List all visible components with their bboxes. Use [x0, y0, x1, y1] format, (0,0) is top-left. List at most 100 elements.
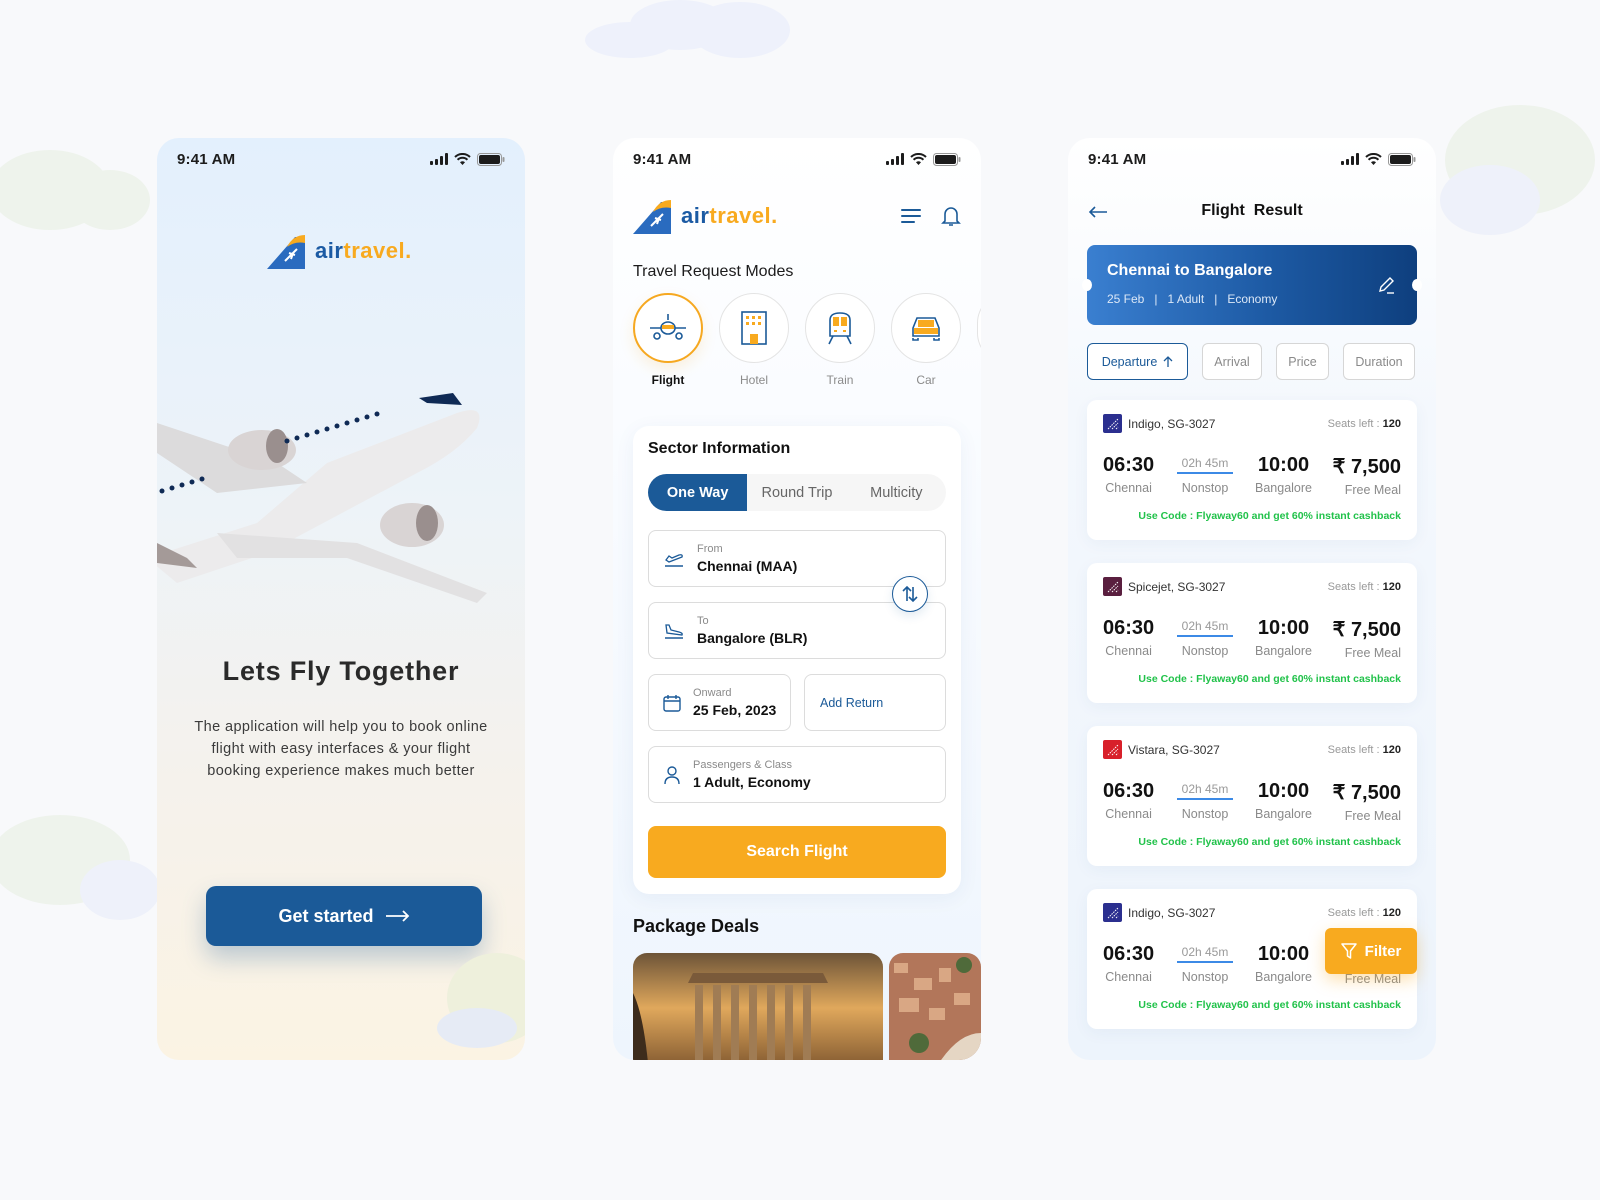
- airline-info: Indigo, SG-3027: [1103, 414, 1215, 433]
- edit-pencil-icon[interactable]: [1377, 275, 1397, 295]
- flight-perk: Free Meal: [1344, 483, 1401, 497]
- onward-date-field[interactable]: Onward 25 Feb, 2023: [648, 674, 791, 731]
- airline-name: Indigo, SG-3027: [1128, 416, 1216, 431]
- flight-perk: Free Meal: [1344, 646, 1401, 660]
- app-header: airtravel.: [633, 198, 961, 234]
- takeoff-icon: [665, 553, 683, 567]
- tab-one-way[interactable]: One Way: [648, 474, 748, 511]
- add-return-button[interactable]: Add Return: [804, 674, 946, 731]
- route-meta: 25 Feb | 1 Adult | Economy: [1107, 292, 1278, 306]
- flight-price: ₹ 7,500: [1332, 782, 1401, 804]
- departure-time: 06:30: [1103, 780, 1155, 802]
- sort-departure-button[interactable]: Departure: [1087, 343, 1188, 380]
- airline-logo-icon: [1103, 903, 1122, 922]
- arrival-city: Bangalore: [1255, 481, 1312, 495]
- departure-time: 06:30: [1103, 943, 1155, 965]
- departure-city: Chennai: [1105, 970, 1152, 984]
- seats-value: 120: [1382, 907, 1401, 919]
- filter-funnel-icon: [1340, 943, 1357, 959]
- hotel-icon: [741, 311, 767, 345]
- mode-label: Flight: [651, 373, 685, 387]
- sort-price-button[interactable]: Price: [1276, 343, 1329, 380]
- trip-type-tabs: One Way Round Trip Multicity: [648, 474, 946, 511]
- status-time: 9:41 AM: [633, 150, 692, 168]
- seats-label: Seats left :: [1327, 581, 1383, 593]
- mode-more[interactable]: [977, 293, 981, 363]
- calendar-icon: [663, 694, 681, 712]
- sort-label: Departure: [1101, 354, 1158, 369]
- app-logo: airtravel.: [267, 233, 412, 269]
- package-deals-title: Package Deals: [633, 916, 760, 936]
- airline-info: Vistara, SG-3027: [1103, 740, 1220, 759]
- mode-car[interactable]: Car: [891, 293, 961, 387]
- filter-label: Filter: [1364, 942, 1402, 960]
- seats-left: Seats left : 120: [1328, 581, 1401, 593]
- arrival-city: Bangalore: [1255, 807, 1312, 821]
- airline-logo-icon: [1103, 740, 1122, 759]
- tab-multicity[interactable]: Multicity: [847, 474, 946, 511]
- flight-duration: 02h 45m: [1177, 456, 1233, 474]
- deal-image-city: [889, 953, 981, 1060]
- sector-info-card: Sector Information One Way Round Trip Mu…: [633, 426, 961, 894]
- arrow-right-icon: [385, 910, 409, 922]
- mode-hotel[interactable]: Hotel: [719, 293, 789, 387]
- flight-card[interactable]: Spicejet, SG-3027 Seats left : 120 06:30…: [1087, 563, 1417, 703]
- airline-logo-icon: [1103, 577, 1122, 596]
- flight-duration: 02h 45m: [1177, 782, 1233, 800]
- seats-value: 120: [1382, 581, 1401, 593]
- promo-code-text: Use Code : Flyaway60 and get 60% instant…: [1138, 510, 1401, 522]
- route-pax: 1 Adult: [1167, 292, 1205, 306]
- travel-modes: Flight Hotel Train Car: [633, 293, 981, 387]
- tab-round-trip[interactable]: Round Trip: [747, 474, 846, 511]
- logo-text-travel: travel: [709, 203, 772, 228]
- notification-bell-icon[interactable]: [941, 205, 961, 227]
- passengers-field[interactable]: Passengers & Class 1 Adult, Economy: [648, 746, 946, 803]
- filter-button[interactable]: Filter: [1325, 928, 1417, 974]
- sort-options: Departure Arrival Price Duration: [1087, 343, 1415, 380]
- arrival-time: 10:00: [1257, 943, 1310, 965]
- cloud-decoration: [437, 953, 525, 1048]
- arrow-up-icon: [1163, 355, 1173, 367]
- onboarding-title: Lets Fly Together: [222, 656, 460, 686]
- logo-dot: .: [405, 238, 412, 263]
- sort-arrival-button[interactable]: Arrival: [1202, 343, 1262, 380]
- departure-city: Chennai: [1105, 644, 1152, 658]
- departure-time: 06:30: [1103, 454, 1155, 476]
- departure-city: Chennai: [1105, 481, 1152, 495]
- menu-icon[interactable]: [901, 208, 921, 224]
- swap-button[interactable]: [892, 576, 928, 612]
- flight-stops: Nonstop: [1181, 481, 1229, 495]
- to-label: To: [697, 615, 709, 627]
- mode-flight[interactable]: Flight: [633, 293, 703, 387]
- logo-text-air: air: [315, 238, 344, 263]
- search-flight-button[interactable]: Search Flight: [648, 826, 946, 878]
- mode-label: Car: [916, 373, 936, 387]
- sort-duration-button[interactable]: Duration: [1343, 343, 1415, 380]
- mode-label: Hotel: [739, 373, 768, 387]
- flight-duration: 02h 45m: [1177, 945, 1233, 963]
- flight-perk: Free Meal: [1344, 972, 1401, 986]
- airline-info: Spicejet, SG-3027: [1103, 577, 1225, 596]
- results-header: Flight Result: [1088, 200, 1416, 224]
- seats-label: Seats left :: [1327, 907, 1383, 919]
- airline-name: Vistara, SG-3027: [1128, 742, 1220, 757]
- logo-icon: [633, 200, 671, 234]
- flight-card[interactable]: Vistara, SG-3027 Seats left : 120 06:30 …: [1087, 726, 1417, 866]
- airline-name: Indigo, SG-3027: [1128, 905, 1216, 920]
- flight-price: ₹ 7,500: [1332, 619, 1401, 641]
- flight-stops: Nonstop: [1181, 807, 1229, 821]
- battery-icon: [1388, 152, 1416, 166]
- mode-train[interactable]: Train: [805, 293, 875, 387]
- seats-label: Seats left :: [1327, 744, 1383, 756]
- add-return-label: Add Return: [820, 695, 884, 710]
- package-deal-card[interactable]: [889, 953, 981, 1060]
- package-deal-card[interactable]: [633, 953, 883, 1060]
- flight-card[interactable]: Indigo, SG-3027 Seats left : 120 06:30 C…: [1087, 400, 1417, 540]
- flight-stops: Nonstop: [1181, 644, 1229, 658]
- arrival-time: 10:00: [1257, 454, 1310, 476]
- from-label: From: [697, 543, 723, 555]
- sector-info-title: Sector Information: [648, 440, 791, 457]
- to-field[interactable]: To Bangalore (BLR): [648, 602, 946, 659]
- get-started-button[interactable]: Get started: [206, 886, 482, 946]
- promo-code-text: Use Code : Flyaway60 and get 60% instant…: [1138, 673, 1401, 685]
